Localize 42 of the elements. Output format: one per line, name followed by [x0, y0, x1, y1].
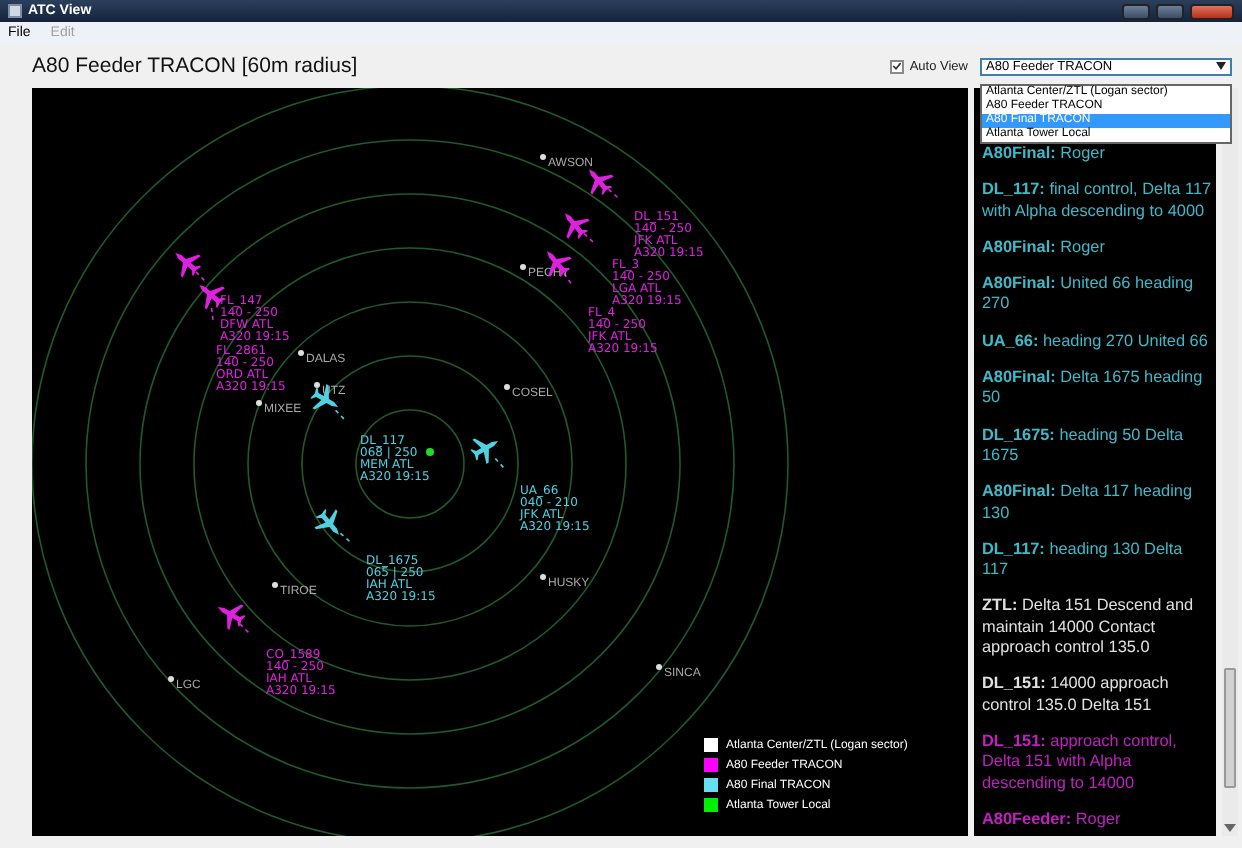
message: A80Final: Delta 1675 heading 50 [982, 368, 1205, 410]
message: A80Final: Roger [982, 144, 1107, 165]
leader-line [607, 188, 622, 201]
waypoint-dot [272, 582, 278, 588]
waypoint-dot [540, 154, 546, 160]
leader-line [583, 232, 597, 246]
waypoint-dot [504, 384, 510, 390]
message: A80Final: Delta 117 heading 130 [982, 482, 1194, 524]
scrollbar[interactable] [1222, 88, 1238, 836]
minimize-button[interactable] [1122, 3, 1150, 19]
app-icon [8, 4, 22, 18]
leader-line [239, 623, 252, 636]
message: DL_151: 14000 approach control 135.0 Delta 151 [982, 674, 1171, 716]
leader-line [210, 307, 215, 325]
message: DL_1675: heading 50 Delta 1675 [982, 425, 1186, 467]
caret-icon [1216, 62, 1226, 70]
message: DL_151: approach control, Delta 151 with Alpha descending to 14000 [982, 731, 1179, 794]
airplane-icon[interactable] [214, 598, 246, 630]
message: UA_66: heading 270 United 66 [982, 331, 1210, 353]
message: DL_117: final control, Delta 117 with Alpha descending to 4000 [982, 180, 1212, 222]
scroll-down-icon[interactable] [1224, 824, 1236, 832]
message: A80Feeder: Roger [982, 809, 1123, 831]
waypoint-dot [520, 264, 526, 270]
view-title: A80 Feeder TRACON [60m radius] [32, 54, 360, 78]
waypoint-dot [656, 664, 662, 670]
close-button[interactable] [1190, 3, 1234, 19]
auto-view-checkbox[interactable] [889, 59, 904, 73]
message: A80Final: United 66 heading 270 [982, 274, 1196, 316]
leader-line [334, 409, 348, 423]
leader-line [195, 271, 208, 284]
leader-line [494, 457, 507, 472]
message: A80Final: Roger [982, 237, 1107, 259]
waypoint-dot [540, 574, 546, 580]
leader-line [339, 532, 354, 545]
message: DL_117: heading 130 Delta 117 [982, 539, 1185, 581]
message: ZTL: Delta 151 Descend and maintain 14000 Contact approach control 135.0 [982, 596, 1196, 659]
waypoint-dot [314, 382, 320, 388]
waypoint-dot [298, 350, 304, 356]
airplane-icon[interactable] [470, 432, 502, 464]
waypoint-dot [168, 676, 174, 682]
waypoint-dot [256, 400, 262, 406]
maximize-button[interactable] [1156, 3, 1184, 19]
